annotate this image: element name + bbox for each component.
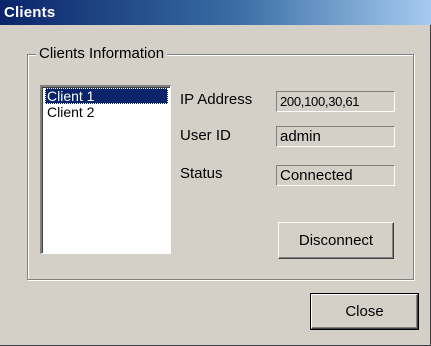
group-label: Clients Information	[36, 45, 168, 62]
ip-address-value: 200,100,30,61	[276, 91, 395, 112]
close-button[interactable]: Close	[310, 293, 419, 330]
user-id-label: User ID	[180, 127, 231, 144]
clients-listbox[interactable]: Client 1 Client 2	[40, 85, 171, 254]
window-title: Clients	[4, 4, 56, 21]
ip-address-label: IP Address	[180, 91, 253, 108]
disconnect-button-label: Disconnect	[298, 232, 374, 249]
list-item-client-1[interactable]: Client 1	[45, 88, 168, 104]
status-label: Status	[180, 165, 223, 182]
user-id-value: admin	[276, 126, 395, 147]
status-value: Connected	[276, 165, 395, 186]
close-button-label: Close	[345, 303, 384, 320]
clients-dialog: Clients Clients Information Client 1 Cli…	[0, 0, 431, 346]
title-bar[interactable]: Clients	[0, 0, 431, 25]
disconnect-button[interactable]: Disconnect	[278, 222, 394, 259]
list-item-client-2[interactable]: Client 2	[45, 104, 168, 120]
